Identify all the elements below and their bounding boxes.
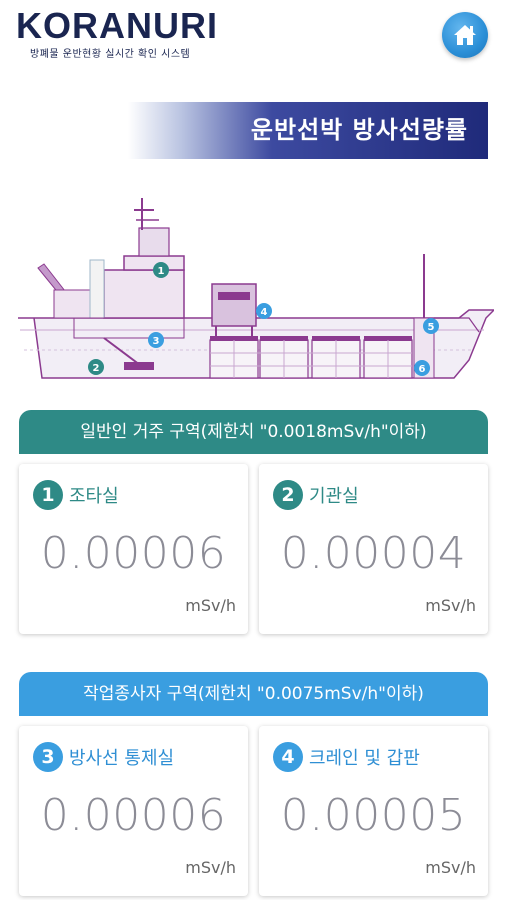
card-number-badge: 4 [273,742,303,772]
card-label: 기관실 [309,486,359,507]
app-logo: KORANURI 방폐물 운반현황 실시간 확인 시스템 [16,5,218,61]
ship-diagram: 1 2 3 4 5 6 [14,190,496,396]
dose-rate-value: 0.00004 [280,528,467,579]
dose-rate-unit: mSv/h [425,858,476,877]
zone-header-worker: 작업종사자 구역(제한치 "0.0075mSv/h"이하) [19,672,488,716]
ship-marker-5: 5 [428,322,435,333]
dose-rate-value: 0.00006 [40,790,227,841]
card-number-badge: 3 [33,742,63,772]
dose-rate-unit: mSv/h [425,596,476,615]
ship-marker-4: 4 [261,307,268,318]
dose-rate-value: 0.00005 [280,790,467,841]
ship-illustration: 1 2 3 4 5 6 [18,198,496,379]
ship-marker-2: 2 [93,363,100,374]
home-icon [454,25,476,45]
sensor-card-radiation-control[interactable]: 3 방사선 통제실 0.00006 mSv/h [19,726,248,896]
card-label: 방사선 통제실 [69,748,175,769]
home-button[interactable] [442,12,488,58]
card-number-badge: 2 [273,480,303,510]
card-head: 3 방사선 통제실 [33,742,174,772]
ship-marker-3: 3 [153,336,160,347]
dose-rate-unit: mSv/h [185,858,236,877]
card-head: 4 크레인 및 갑판 [273,742,420,772]
card-head: 2 기관실 [273,480,359,510]
card-label: 조타실 [69,486,119,507]
card-label: 크레인 및 갑판 [309,748,420,769]
card-number-badge: 1 [33,480,63,510]
sensor-card-engine-room[interactable]: 2 기관실 0.00004 mSv/h [259,464,488,634]
page-title: 운반선박 방사선량률 [250,116,468,144]
card-head: 1 조타실 [33,480,119,510]
zone-header-public: 일반인 거주 구역(제한치 "0.0018mSv/h"이하) [19,410,488,454]
ship-marker-6: 6 [419,364,426,375]
sensor-card-crane-deck[interactable]: 4 크레인 및 갑판 0.00005 mSv/h [259,726,488,896]
logo-subtitle: 방폐물 운반현황 실시간 확인 시스템 [30,49,191,60]
page: KORANURI 방폐물 운반현황 실시간 확인 시스템 운반선박 방사선량률 [0,0,507,900]
logo-title: KORANURI [16,5,218,46]
ship-marker-1: 1 [158,266,165,277]
title-banner: 운반선박 방사선량률 [128,102,488,159]
sensor-card-bridge[interactable]: 1 조타실 0.00006 mSv/h [19,464,248,634]
dose-rate-unit: mSv/h [185,596,236,615]
dose-rate-value: 0.00006 [40,528,227,579]
